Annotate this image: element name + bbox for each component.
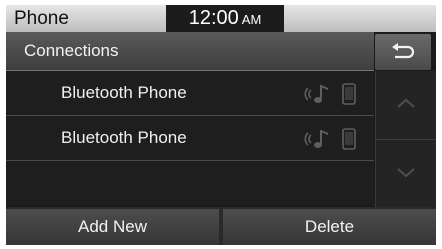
chevron-down-icon[interactable] — [396, 167, 416, 179]
back-button[interactable] — [375, 34, 431, 70]
back-return-icon — [392, 43, 415, 59]
device-list: Bluetooth Phone Bluetooth Phone — [6, 71, 374, 207]
delete-button[interactable]: Delete — [223, 209, 436, 245]
clock-am-pm: AM — [241, 12, 262, 27]
add-new-button[interactable]: Add New — [6, 209, 219, 245]
scroll-column — [375, 71, 436, 207]
status-bar: Phone 12:00 AM — [6, 5, 436, 32]
empty-row — [6, 161, 374, 205]
header: Connections — [6, 32, 374, 71]
device-name: Bluetooth Phone — [61, 128, 187, 147]
device-row[interactable]: Bluetooth Phone — [6, 71, 374, 116]
scroll-divider — [376, 139, 436, 140]
device-row[interactable]: Bluetooth Phone — [6, 116, 374, 161]
device-status-icons — [304, 127, 364, 151]
app-title: Phone — [14, 8, 69, 29]
bottom-bar: Add New Delete — [6, 207, 436, 245]
screen: Phone 12:00 AM Connections Bluetooth Phon… — [6, 5, 436, 245]
clock: 12:00 AM — [166, 5, 284, 32]
phone-icon — [342, 128, 356, 150]
phone-icon — [342, 83, 356, 105]
audio-streaming-icon — [304, 130, 328, 148]
audio-streaming-icon — [304, 85, 328, 103]
device-name: Bluetooth Phone — [61, 83, 187, 102]
device-status-icons — [304, 82, 364, 106]
clock-time: 12:00 — [188, 7, 239, 29]
page-title: Connections — [24, 41, 119, 60]
chevron-up-icon[interactable] — [396, 97, 416, 109]
